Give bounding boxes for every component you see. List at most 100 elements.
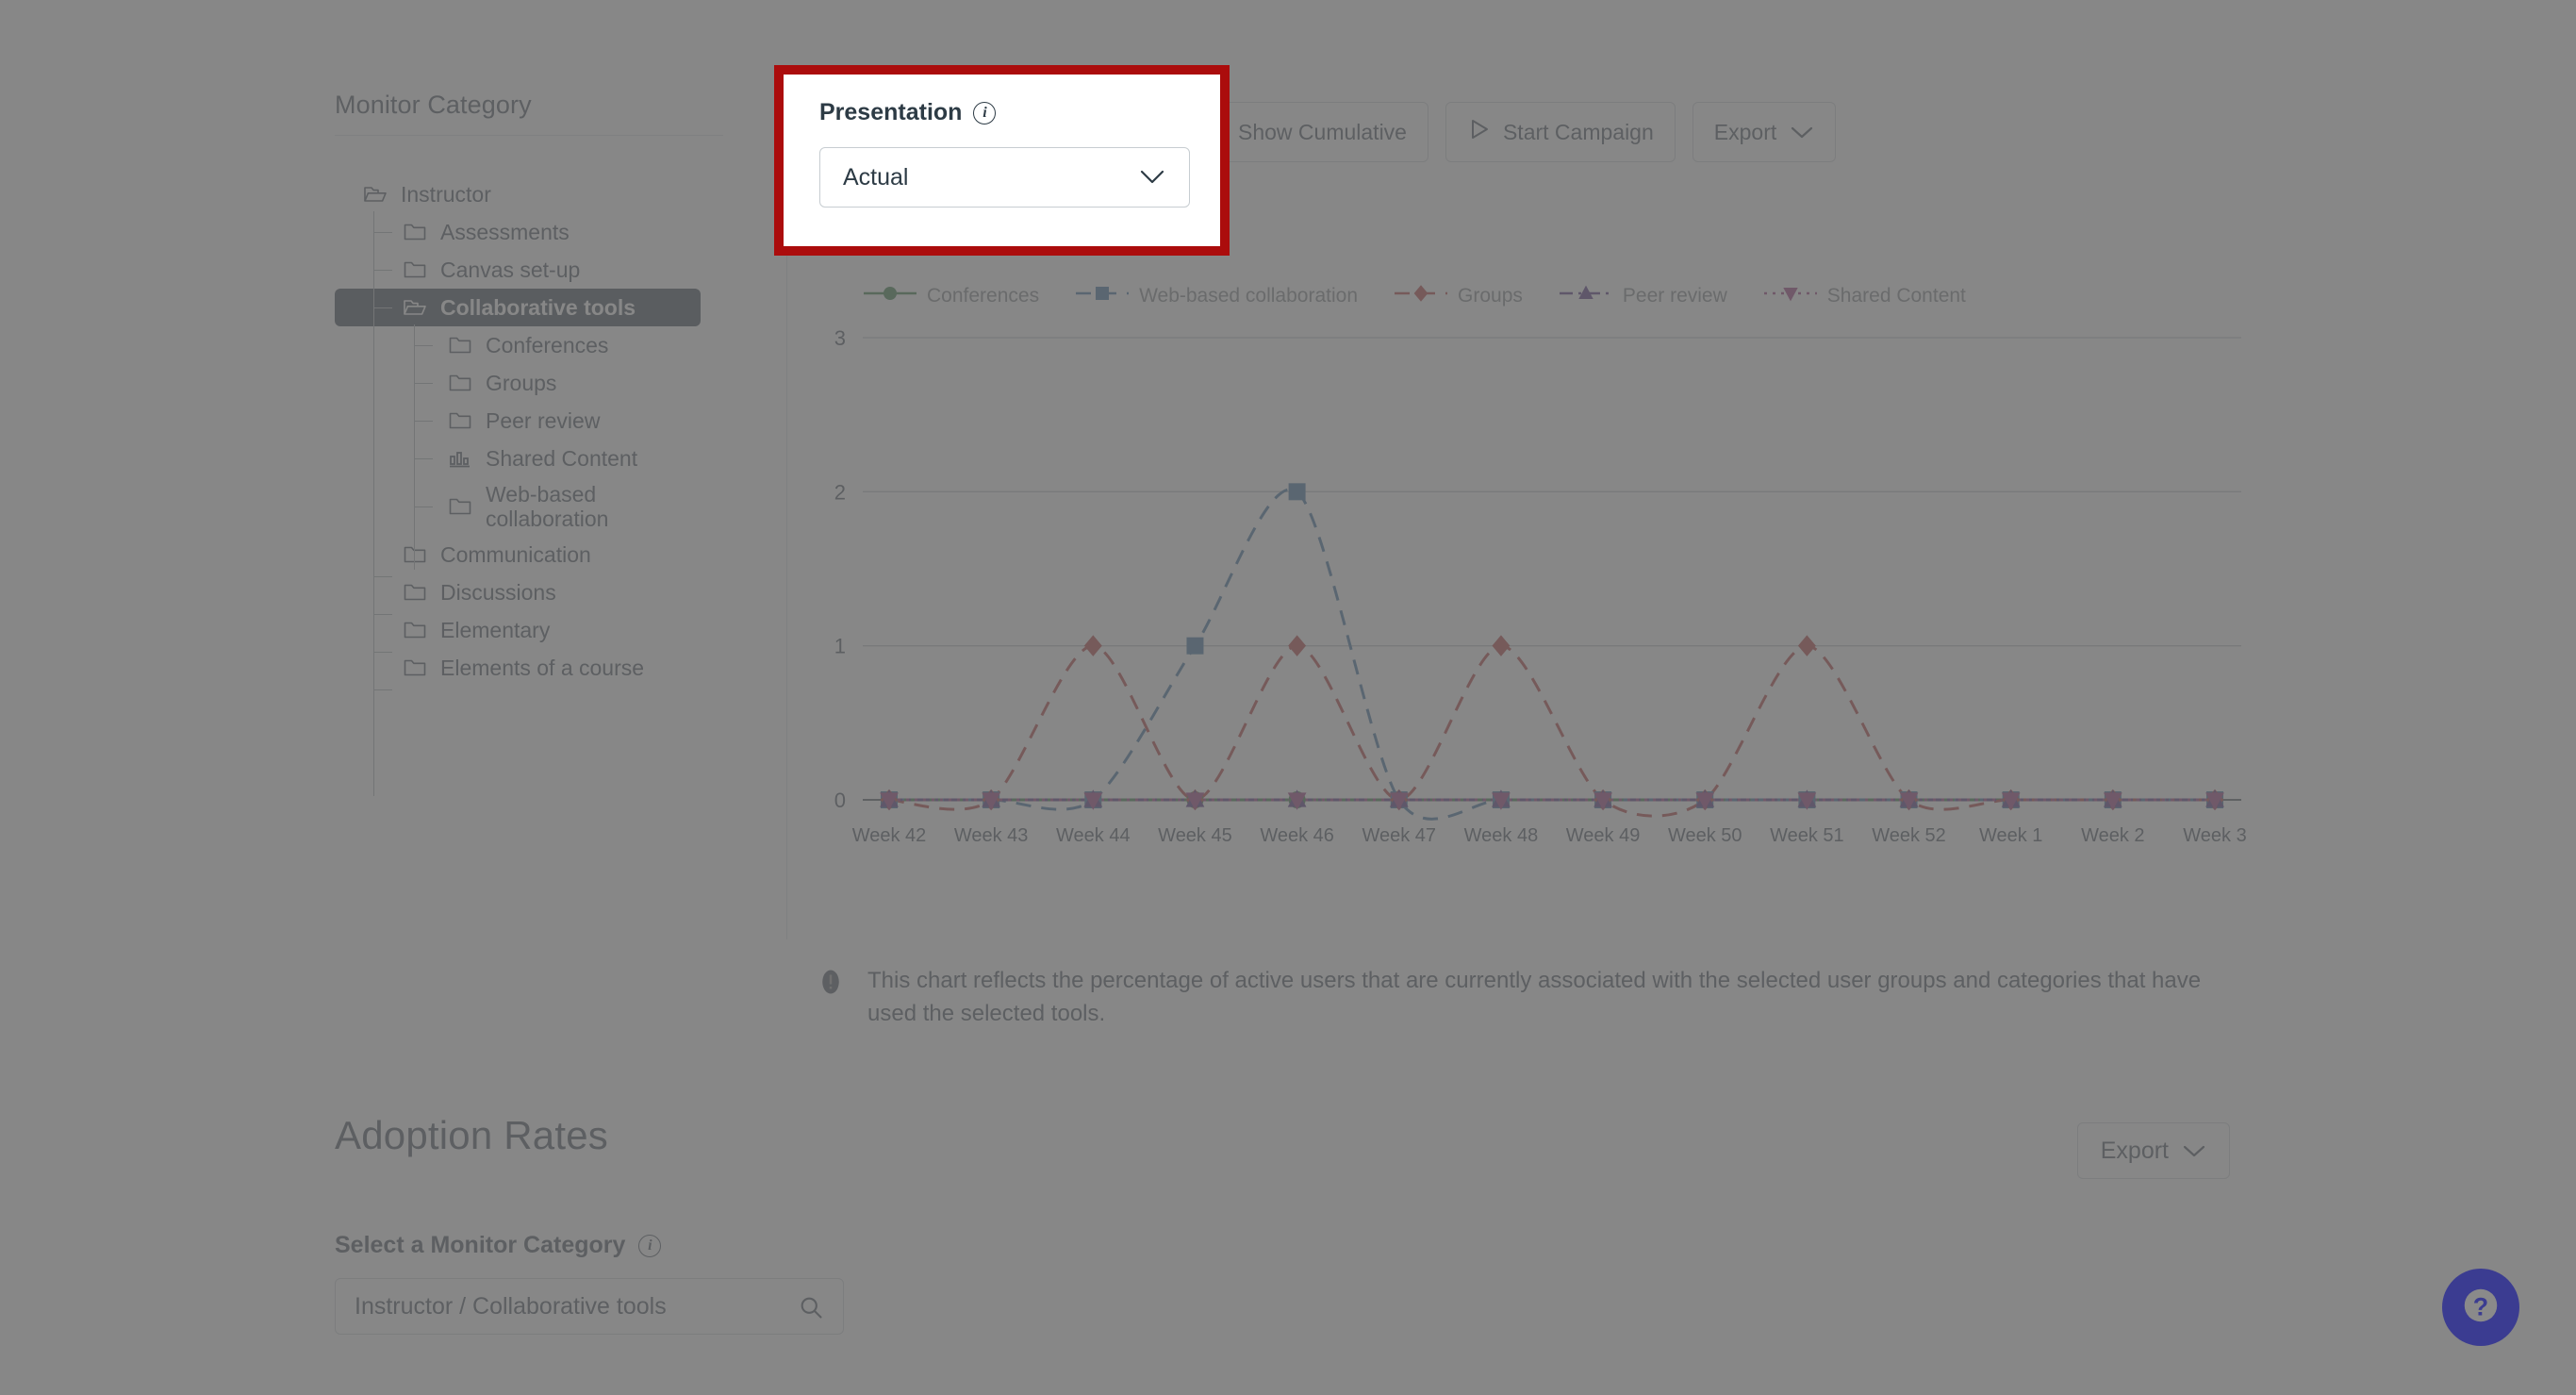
info-icon[interactable]: i [638,1234,662,1257]
folder-icon [448,496,472,517]
legend-marker-icon [1763,284,1818,308]
folder-icon [403,582,427,603]
x-tick-label: Week 43 [954,825,1029,846]
tree-item-elementary[interactable]: Elementary [335,611,786,649]
tree-connector [373,652,392,653]
adoption-export-label: Export [2100,1137,2169,1164]
tree-connector [373,211,374,796]
legend-marker-icon [863,284,917,308]
series-marker-web-based-collaboration [1288,483,1306,501]
help-button[interactable]: ? [2442,1269,2519,1346]
folder-open-icon [403,297,427,318]
legend-item-web-based-collaboration[interactable]: Web-based collaboration [1075,284,1358,308]
tree-item-shared-content[interactable]: Shared Content [335,440,786,477]
tree-item-label: Conferences [486,332,609,357]
tree-item-conferences[interactable]: Conferences [335,326,786,364]
series-line-web-based-collaboration [889,488,2215,821]
legend-item-conferences[interactable]: Conferences [863,284,1039,308]
folder-icon [403,222,427,242]
legend-marker-icon [1559,284,1613,308]
series-line-groups [888,644,2215,818]
folder-icon [448,335,472,356]
app-page: Monitor Category Instructor Assessments Ca… [0,0,2576,1395]
presentation-select[interactable]: Actual [819,147,1190,208]
x-tick-label: Week 3 [2183,825,2246,846]
bar-chart-icon [448,448,472,469]
legend-marker-icon [1394,284,1448,308]
tree-item-label: Assessments [440,219,570,244]
tree-item-assessments[interactable]: Assessments [335,213,786,251]
legend-item-groups[interactable]: Groups [1394,284,1523,308]
info-icon[interactable]: i [973,101,997,125]
tree-item-label: Discussions [440,579,556,605]
legend-label: Web-based collaboration [1139,285,1359,307]
y-tick-label: 0 [834,789,846,812]
tree-connector [373,307,392,308]
chart-plot-area: 0 1 2 3 Week 42 Week 43 Week 44 Week 45 Week 46 W… [806,319,2249,885]
chart-toolbar: Show Cumulative Start Campaign Export [1179,102,1837,162]
y-tick-label: 1 [834,635,846,658]
tree-connector [414,421,433,422]
tree-connector [373,689,392,690]
tree-item-label: Canvas set-up [440,257,581,282]
adoption-rates-section: Adoption Rates Export Select a Monitor C… [335,1113,2230,1335]
show-cumulative-label: Show Cumulative [1238,119,1407,144]
tree-connector [414,383,433,384]
x-tick-label: Week 42 [852,825,927,846]
tree-item-elements-of-a-course[interactable]: Elements of a course [335,649,786,687]
x-tick-label: Week 46 [1260,825,1334,846]
legend-label: Groups [1458,285,1523,307]
tree-connector [373,576,392,577]
tree-item-label: Instructor [401,181,491,207]
series-marker-web-based-collaboration [1186,637,1204,655]
y-tick-label: 2 [834,480,846,504]
chart-export-button[interactable]: Export [1692,102,1837,162]
tree-connector [414,345,433,346]
tool-usage-chart: Conferences Web-based collaboration Groups… [806,274,2249,915]
tree-item-communication[interactable]: Communication [335,536,786,573]
start-campaign-button[interactable]: Start Campaign [1445,102,1676,162]
question-mark-icon: ? [2459,1284,2502,1332]
play-icon [1467,118,1490,146]
tree-item-label: Elementary [440,617,551,642]
tree-item-peer-review[interactable]: Peer review [335,402,786,440]
legend-label: Peer review [1622,285,1727,307]
tree-item-label: Communication [440,541,591,567]
folder-icon [403,259,427,280]
folder-icon [448,410,472,431]
search-icon[interactable] [798,1294,824,1325]
tree-item-discussions[interactable]: Discussions [335,573,786,611]
legend-item-peer-review[interactable]: Peer review [1559,284,1727,308]
tree-item-canvas-set-up[interactable]: Canvas set-up [335,251,786,289]
series-marker-groups [1083,635,1102,656]
folder-open-icon [363,184,388,205]
panel-divider [335,135,723,136]
tree-connector [414,458,433,459]
svg-text:?: ? [2473,1292,2488,1320]
tree-item-label: Groups [486,370,557,395]
x-tick-label: Week 49 [1566,825,1641,846]
monitor-category-search-input[interactable] [355,1292,769,1320]
x-tick-label: Week 1 [1979,825,2042,846]
adoption-export-button[interactable]: Export [2076,1122,2230,1179]
monitor-category-field-label: Select a Monitor Category i [335,1232,2230,1259]
tree-connector [373,270,392,271]
tree-item-groups[interactable]: Groups [335,364,786,402]
folder-icon [448,373,472,393]
adoption-rates-title: Adoption Rates [335,1113,608,1157]
presentation-label-text: Presentation [819,99,963,125]
panel-title: Monitor Category [335,91,532,119]
y-tick-label: 3 [834,326,846,350]
monitor-category-search[interactable] [335,1278,844,1335]
chart-svg: 0 1 2 3 Week 42 Week 43 Week 44 Week 45 Week 46 W… [834,326,2247,846]
tree-item-instructor[interactable]: Instructor [335,175,786,213]
legend-label: Conferences [927,285,1040,307]
tree-item-label: Collaborative tools [440,294,636,320]
presentation-selected-value: Actual [843,163,909,191]
chart-info-note: This chart reflects the percentage of ac… [817,964,2231,1030]
category-tree: Instructor Assessments Canvas set-up Collab… [335,175,786,796]
legend-item-shared-content[interactable]: Shared Content [1763,284,1966,308]
tree-item-web-based-collaboration[interactable]: Web-based collaboration [335,477,786,536]
x-tick-label: Week 52 [1872,825,1946,846]
series-marker-groups [1288,635,1307,656]
